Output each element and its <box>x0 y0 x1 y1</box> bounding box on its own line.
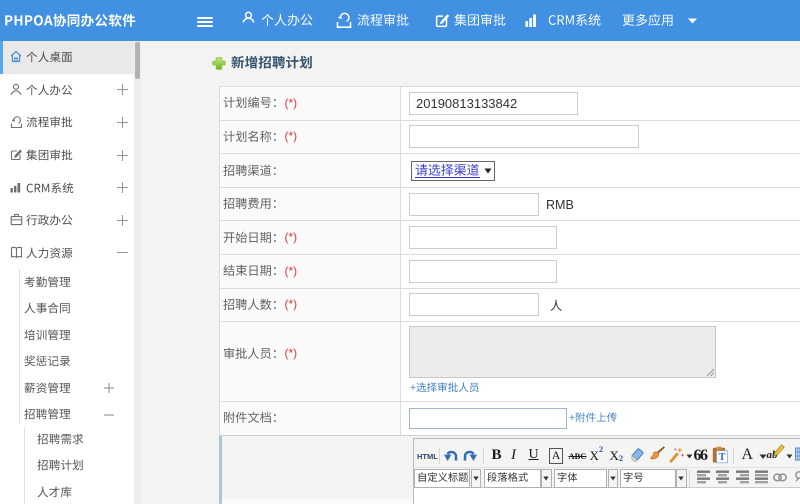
svg-text:T: T <box>719 452 726 463</box>
